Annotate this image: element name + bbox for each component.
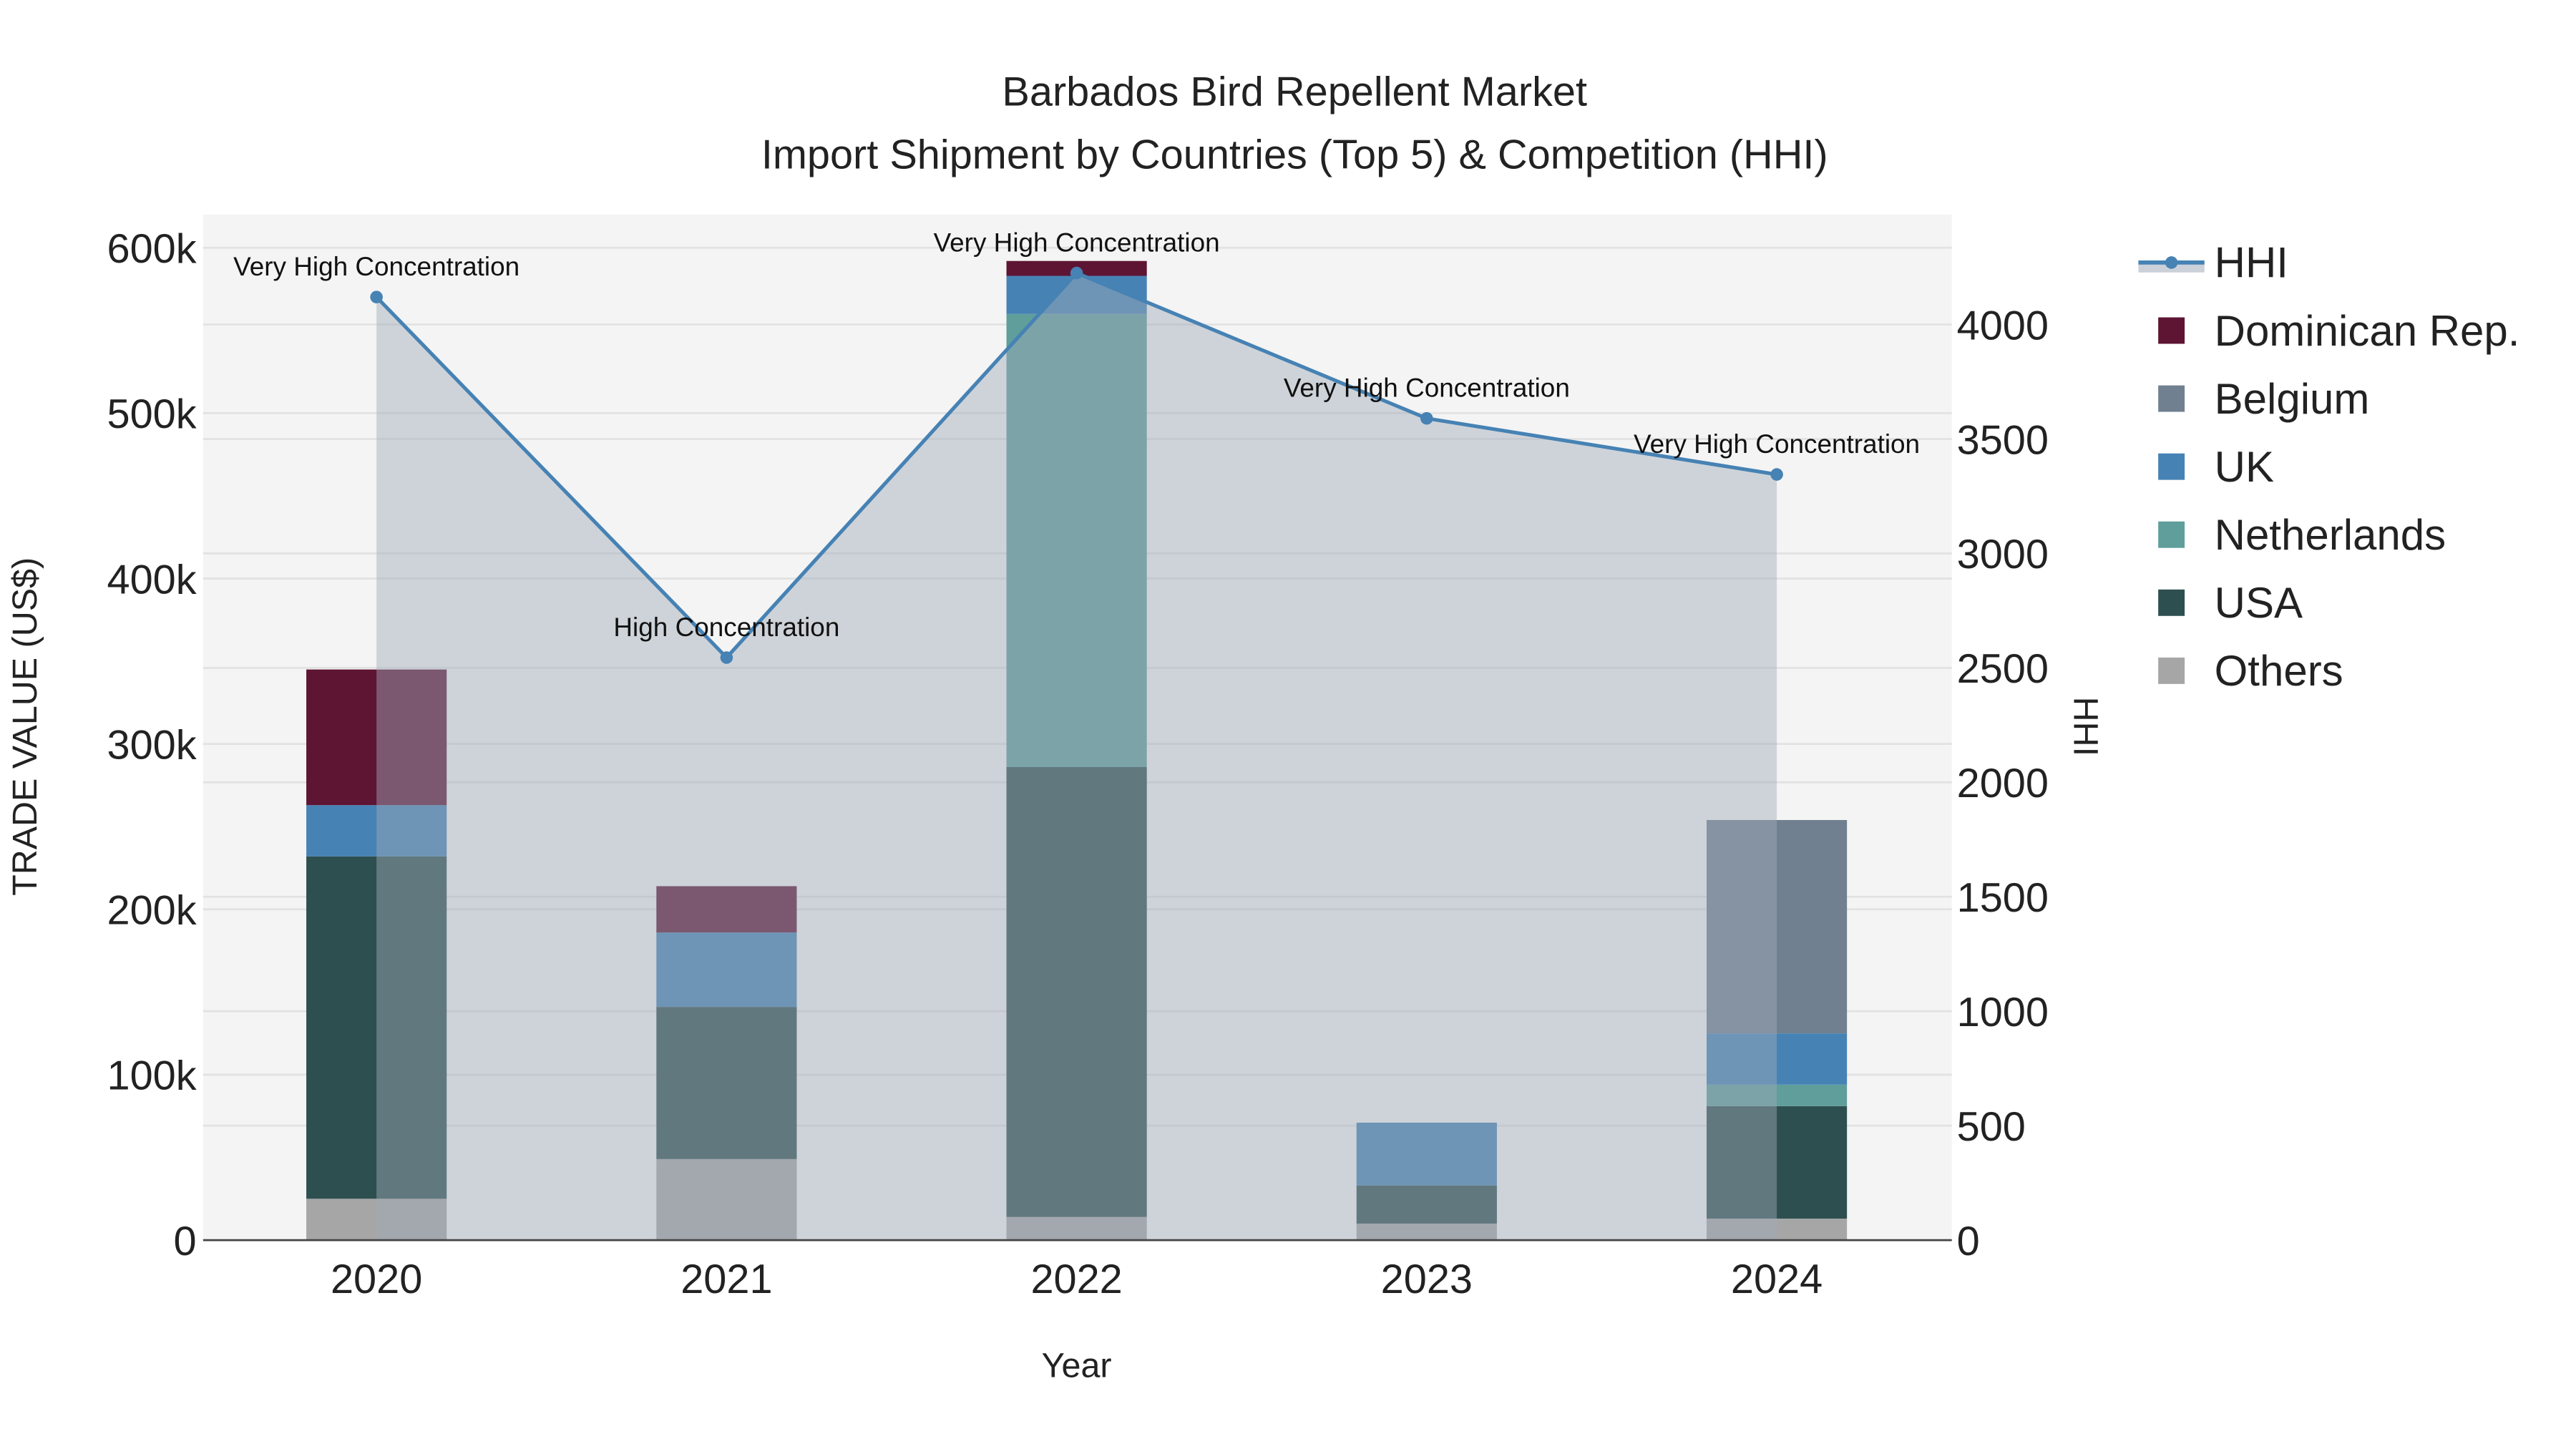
y-tick-label: 600k — [107, 226, 197, 272]
y2-tick-label: 2000 — [1957, 761, 2049, 806]
y-tick-label: 400k — [107, 557, 197, 602]
hhi-annotation: Very High Concentration — [233, 252, 519, 281]
y2-tick-label: 500 — [1957, 1104, 2026, 1150]
x-tick-label: 2023 — [1381, 1257, 1473, 1302]
y2-tick-label: 0 — [1957, 1219, 1980, 1264]
chart: Barbados Bird Repellent Market Import Sh… — [6, 69, 2520, 1385]
hhi-point — [370, 291, 383, 303]
y-axis-title: TRADE VALUE (US$) — [6, 557, 44, 896]
y2-tick-label: 2500 — [1957, 646, 2049, 692]
legend-swatch — [2158, 453, 2185, 480]
x-tick-label: 2024 — [1731, 1257, 1823, 1302]
legend-label: USA — [2215, 579, 2303, 627]
y-tick-label: 300k — [107, 722, 197, 768]
chart-title: Barbados Bird Repellent Market — [1002, 69, 1587, 115]
legend-label-hhi: HHI — [2215, 239, 2288, 287]
hhi-point — [720, 651, 733, 664]
legend-swatch — [2158, 317, 2185, 344]
x-tick-label: 2022 — [1030, 1257, 1122, 1302]
hhi-point — [1070, 266, 1083, 280]
y-tick-label: 100k — [107, 1053, 197, 1099]
legend-label: UK — [2215, 443, 2274, 491]
legend-label: Belgium — [2215, 375, 2370, 423]
x-axis-title: Year — [1042, 1347, 1112, 1385]
y2-tick-label: 3500 — [1957, 417, 2049, 463]
legend-hhi-marker — [2165, 256, 2178, 269]
legend-label: Others — [2215, 647, 2343, 695]
legend-label: Dominican Rep. — [2215, 307, 2520, 355]
hhi-annotation: High Concentration — [613, 613, 839, 642]
x-tick-label: 2021 — [680, 1257, 772, 1302]
y2-tick-label: 4000 — [1957, 303, 2049, 348]
hhi-annotation: Very High Concentration — [934, 228, 1220, 258]
y2-tick-label: 1000 — [1957, 990, 2049, 1035]
legend-swatch — [2158, 521, 2185, 548]
y2-tick-label: 1500 — [1957, 875, 2049, 921]
y-tick-label: 0 — [174, 1219, 197, 1264]
hhi-point — [1420, 411, 1433, 425]
chart-subtitle: Import Shipment by Countries (Top 5) & C… — [761, 132, 1828, 177]
y2-tick-label: 3000 — [1957, 532, 2049, 577]
legend-swatch — [2158, 385, 2185, 412]
y-tick-label: 500k — [107, 391, 197, 437]
hhi-point — [1770, 468, 1783, 481]
hhi-annotation: Very High Concentration — [1634, 429, 1920, 459]
hhi-annotation: Very High Concentration — [1284, 374, 1570, 403]
legend: HHI Dominican Rep. Belgium UK Netherlands USA… — [2138, 239, 2519, 695]
x-tick-label: 2020 — [331, 1257, 422, 1302]
y2-axis-title: HHI — [2066, 697, 2104, 756]
legend-swatch — [2158, 657, 2185, 684]
legend-label: Netherlands — [2215, 511, 2446, 559]
y-tick-label: 200k — [107, 888, 197, 934]
legend-swatch — [2158, 589, 2185, 616]
